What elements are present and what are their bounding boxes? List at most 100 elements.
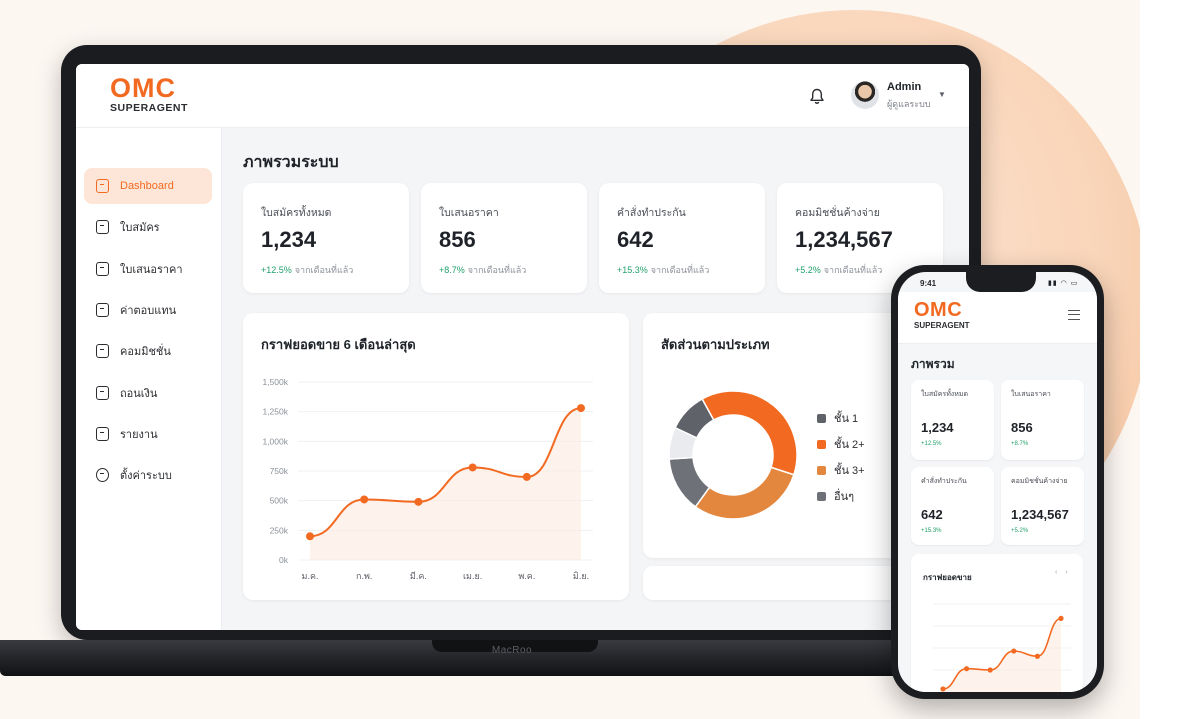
- phone-stat-label: คอมมิชชั่นค้างจ่าย: [1011, 478, 1068, 485]
- phone-stat-card[interactable]: คำสั่งทำประกัน 642 +15.3%: [911, 467, 994, 545]
- sidebar-item-reports[interactable]: รายงาน: [84, 416, 212, 452]
- phone-stat-value: 642: [921, 507, 943, 522]
- top-bar: OMC SUPERAGENT Admin ผู้ดูแลระบบ ▼: [76, 64, 969, 128]
- phone-logo-sub: SUPERAGENT: [914, 321, 970, 330]
- donut-slice: [701, 390, 798, 476]
- data-point: [940, 686, 946, 692]
- y-tick-label: 1,000k: [262, 436, 288, 446]
- stat-card-applications[interactable]: ใบสมัครทั้งหมด 1,234 +12.5% จากเดือนที่แล…: [243, 183, 409, 293]
- hamburger-menu-icon[interactable]: [1068, 310, 1080, 320]
- stat-label: คอมมิชชั่นค้างจ่าย: [795, 207, 880, 219]
- stat-label: ใบสมัครทั้งหมด: [261, 207, 332, 219]
- phone-stat-change: +5.2%: [1011, 528, 1029, 534]
- phone-stat-value: 1,234,567: [1011, 507, 1069, 522]
- chevron-down-icon[interactable]: ▼: [938, 90, 946, 99]
- legend-swatch: [817, 439, 826, 449]
- legend-item: ชั้น 1: [817, 409, 858, 427]
- phone-stat-value: 856: [1011, 420, 1033, 435]
- logo-main: OMC: [110, 73, 176, 103]
- sidebar-item-quotes[interactable]: ใบเสนอราคา: [84, 251, 212, 287]
- stat-change-pct: +5.2%: [795, 265, 821, 275]
- sidebar-item-settings[interactable]: ตั้งค่าระบบ: [84, 457, 212, 493]
- user-name[interactable]: Admin: [887, 81, 921, 93]
- status-icons: ▮▮ ◠ ▭: [1048, 280, 1079, 287]
- document-icon: [96, 220, 109, 234]
- logo[interactable]: OMC SUPERAGENT: [110, 74, 188, 115]
- page-title: ภาพรวมระบบ: [243, 154, 339, 171]
- phone-stat-label: ใบสมัครทั้งหมด: [921, 391, 968, 398]
- avatar[interactable]: [851, 81, 879, 109]
- x-tick-label: มิ.ย.: [573, 571, 589, 581]
- category-share-title: สัดส่วนตามประเภท: [661, 337, 770, 352]
- stat-change-text: จากเดือนที่แล้ว: [650, 265, 710, 275]
- y-tick-label: 250k: [270, 525, 289, 535]
- x-tick-label: เม.ย.: [463, 571, 482, 581]
- phone-stat-card[interactable]: ใบสมัครทั้งหมด 1,234 +12.5%: [911, 380, 994, 460]
- sidebar-item-label: Dashboard: [120, 180, 174, 192]
- data-point: [468, 463, 477, 472]
- sidebar-item-dashboard[interactable]: Dashboard: [84, 168, 212, 204]
- legend-label: ชั้น 2+: [834, 439, 865, 451]
- stat-card-quotes[interactable]: ใบเสนอราคา 856 +8.7% จากเดือนที่แล้ว: [421, 183, 587, 293]
- x-tick-label: พ.ค.: [518, 571, 535, 581]
- legend-item: ชั้น 3+: [817, 461, 865, 479]
- phone-stat-change: +12.5%: [921, 441, 942, 447]
- y-tick-label: 0k: [279, 555, 289, 565]
- data-point: [306, 532, 314, 541]
- phone-line-chart: [933, 603, 1071, 692]
- sidebar-item-label: รายงาน: [120, 429, 158, 441]
- x-tick-label: มี.ค.: [410, 571, 427, 581]
- sidebar-item-withdraw[interactable]: ถอนเงิน: [84, 375, 212, 411]
- stat-change-pct: +12.5%: [261, 265, 292, 275]
- data-point: [577, 404, 585, 413]
- phone-stat-card[interactable]: ใบเสนอราคา 856 +8.7%: [1001, 380, 1084, 460]
- stat-label: ใบเสนอราคา: [439, 207, 499, 219]
- legend-label: ชั้น 1: [834, 413, 859, 425]
- sidebar-item-label: ถอนเงิน: [120, 388, 158, 400]
- legend-label: อื่นๆ: [834, 491, 855, 503]
- y-tick-label: 500k: [270, 496, 289, 506]
- stat-change-text: จากเดือนที่แล้ว: [467, 265, 527, 275]
- stat-value: 1,234,567: [795, 227, 893, 252]
- data-point: [360, 495, 369, 504]
- legend-swatch: [817, 465, 826, 475]
- legend-swatch: [817, 413, 826, 423]
- phone-logo-main[interactable]: OMC: [914, 300, 962, 320]
- stat-card-policies[interactable]: คำสั่งทำประกัน 642 +15.3% จากเดือนที่แล้ว: [599, 183, 765, 293]
- sidebar-item-label: ตั้งค่าระบบ: [120, 470, 172, 482]
- data-point: [987, 667, 993, 673]
- sidebar-item-commission[interactable]: คอมมิชชั่น: [84, 333, 212, 369]
- legend-item: ชั้น 2+: [817, 435, 865, 453]
- stat-change-text: จากเดือนที่แล้ว: [294, 265, 354, 275]
- data-point: [1011, 648, 1017, 654]
- quote-icon: [96, 262, 109, 276]
- stat-change: +5.2% จากเดือนที่แล้ว: [795, 263, 882, 277]
- phone-page-title: ภาพรวม: [911, 357, 955, 371]
- logo-sub: SUPERAGENT: [110, 102, 188, 114]
- settings-icon: [96, 468, 109, 482]
- data-point: [522, 472, 531, 481]
- phone-chart-card: กราฟยอดขาย ‹ ›: [911, 554, 1083, 692]
- laptop-screen: OMC SUPERAGENT Admin ผู้ดูแลระบบ ▼ Dashb…: [76, 64, 969, 630]
- sales-chart-panel: กราฟยอดขาย 6 เดือนล่าสุด 0k 250k 500k 750k 1…: [243, 313, 629, 600]
- stat-value: 1,234: [261, 227, 317, 252]
- donut-slice: [694, 466, 795, 520]
- sidebar-item-label: ใบสมัคร: [120, 222, 160, 234]
- phone-stat-card[interactable]: คอมมิชชั่นค้างจ่าย 1,234,567 +5.2%: [1001, 467, 1084, 545]
- y-tick-label: 1,500k: [262, 377, 288, 387]
- sidebar-item-compensation[interactable]: ค่าตอบแทน: [84, 292, 212, 328]
- background-edge: [1140, 0, 1180, 719]
- sidebar-item-applications[interactable]: ใบสมัคร: [84, 209, 212, 245]
- x-tick-label: ก.พ.: [356, 571, 372, 581]
- stat-change-pct: +8.7%: [439, 265, 465, 275]
- x-tick-label: ม.ค.: [302, 571, 319, 581]
- user-role: ผู้ดูแลระบบ: [887, 99, 931, 109]
- sidebar-item-label: คอมมิชชั่น: [120, 346, 171, 358]
- phone-stat-value: 1,234: [921, 420, 954, 435]
- legend-item: อื่นๆ: [817, 487, 854, 505]
- y-tick-label: 750k: [270, 466, 289, 476]
- area-fill: [943, 618, 1061, 692]
- bell-icon[interactable]: [807, 86, 827, 106]
- withdraw-icon: [96, 386, 109, 400]
- phone-screen: 9:41 ▮▮ ◠ ▭ OMC SUPERAGENT ภาพรวม ใบสมัค…: [898, 272, 1097, 692]
